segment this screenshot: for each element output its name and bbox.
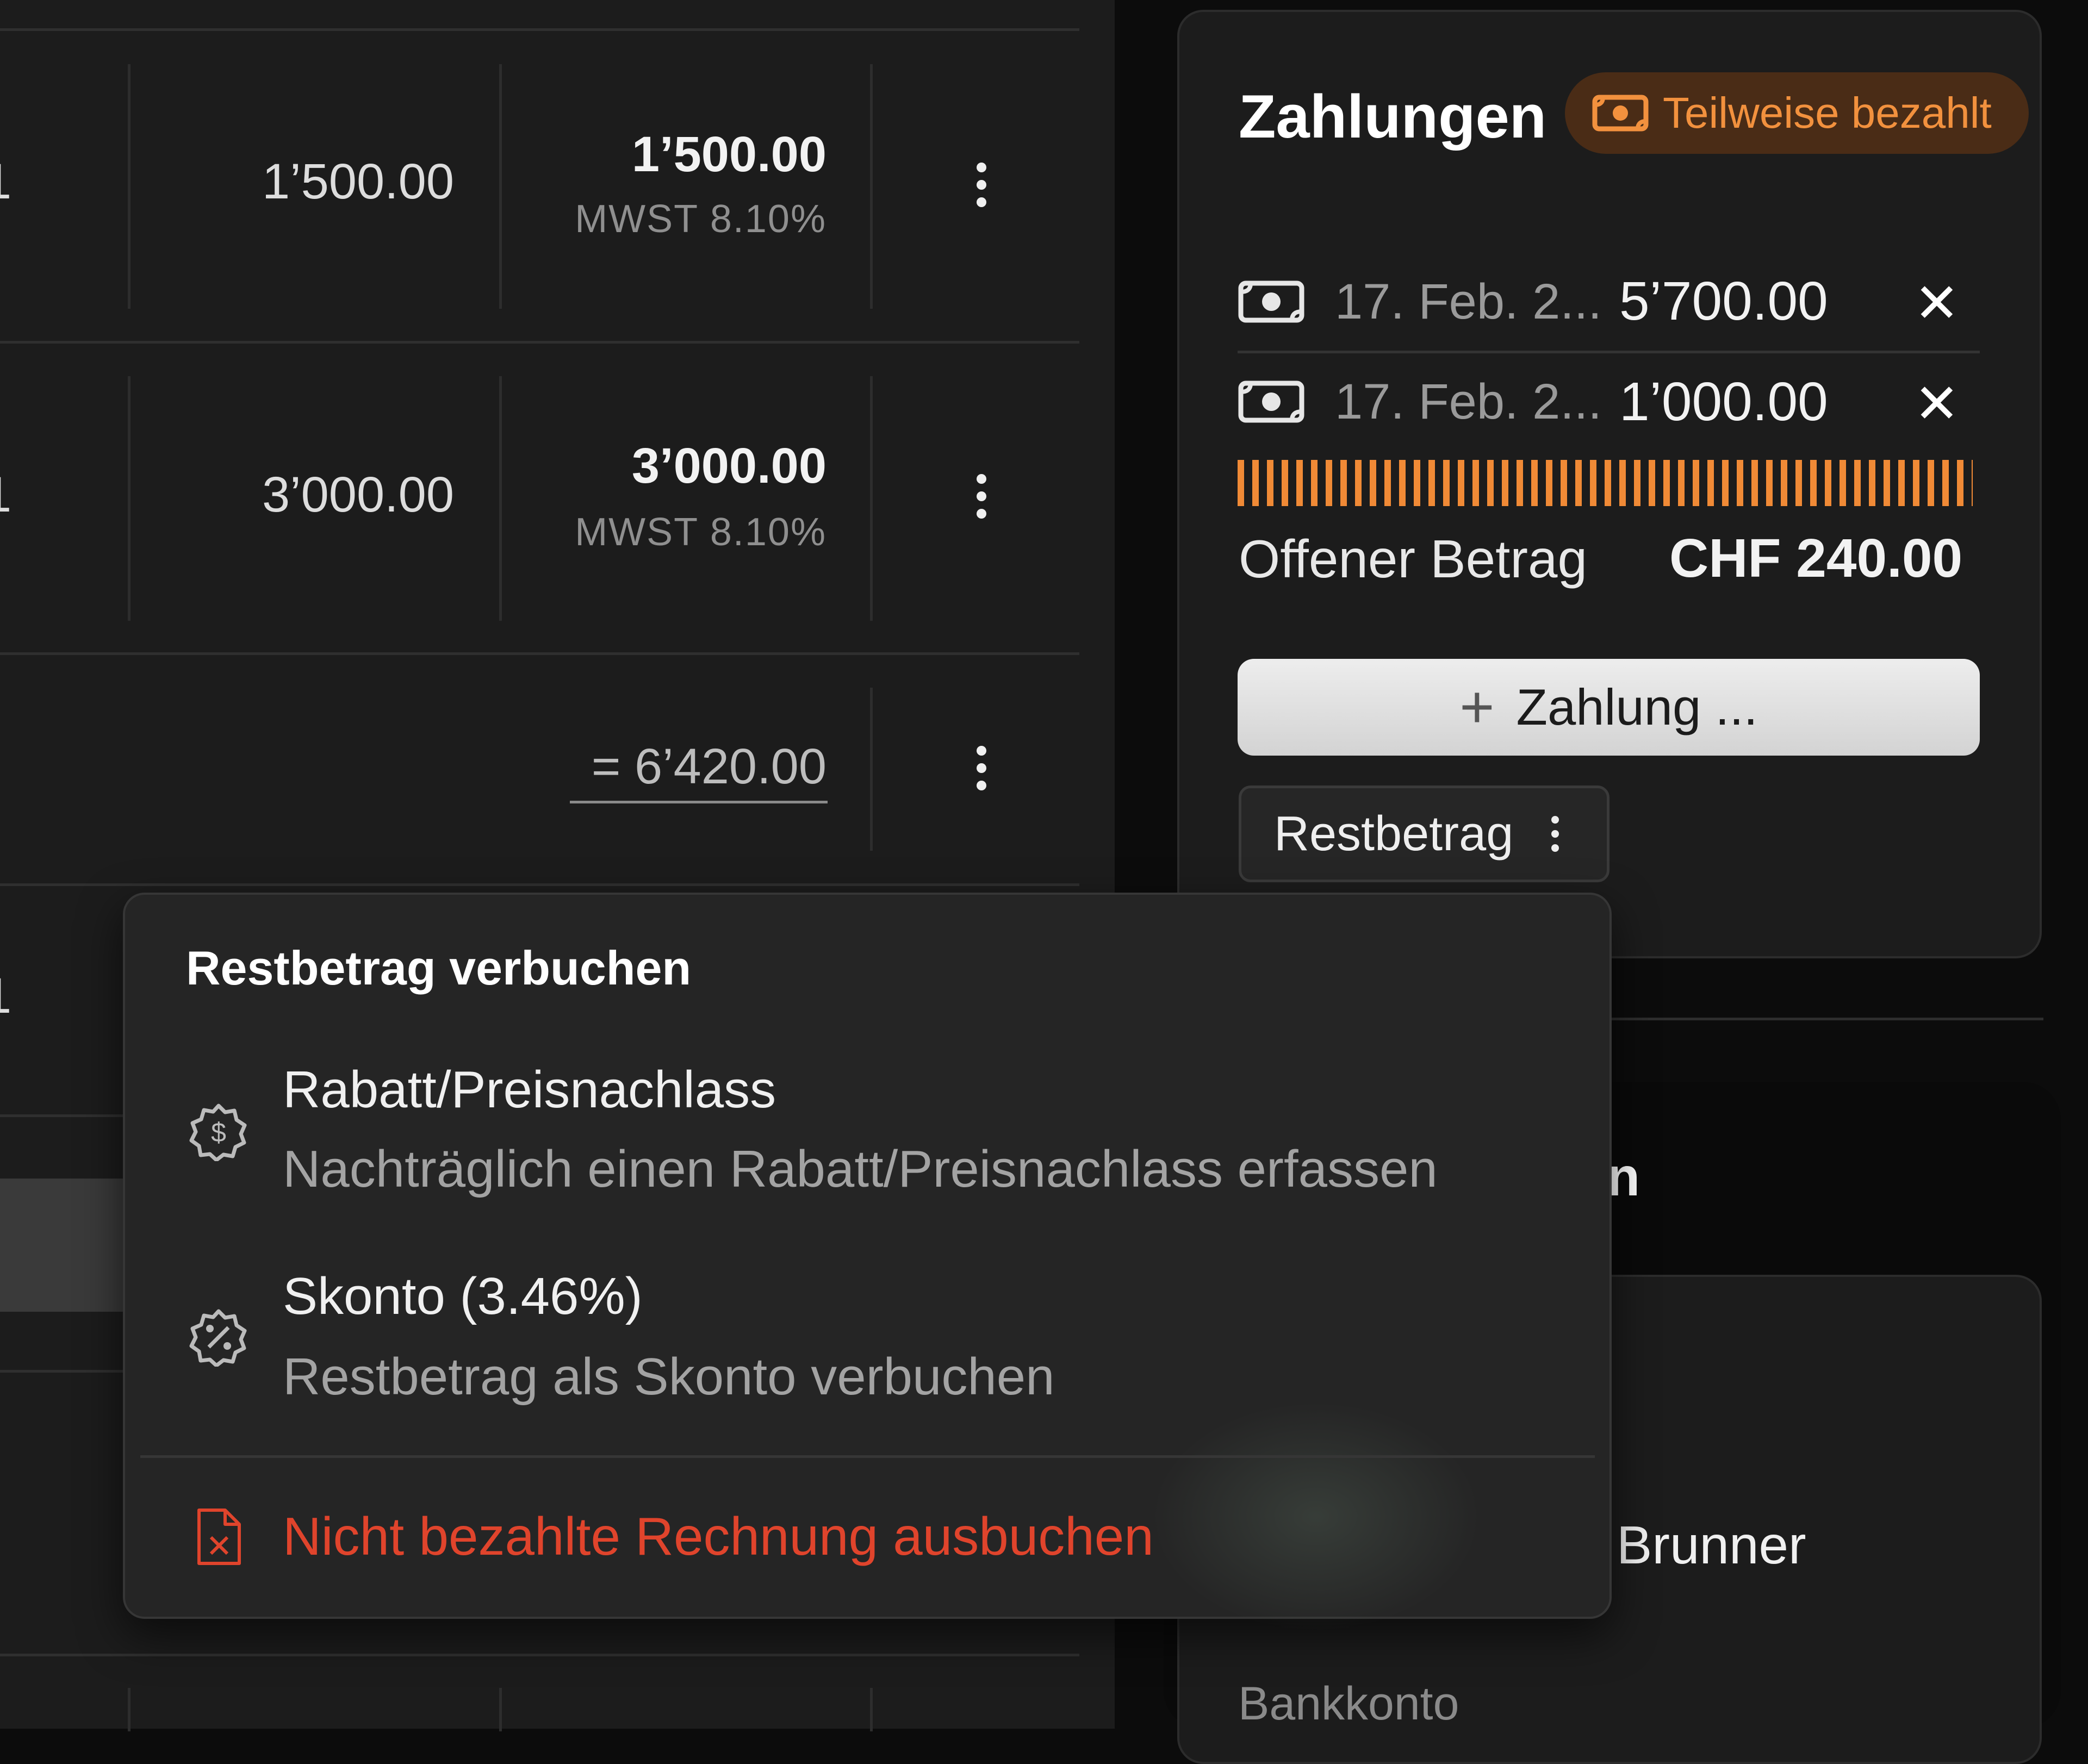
column-divider (499, 1688, 502, 1731)
menu-item-title: Skonto (3.46%) (283, 1267, 643, 1325)
add-payment-button[interactable]: + Zahlung ... (1238, 659, 1980, 756)
percent-badge-icon (189, 1309, 247, 1367)
details-heading: n (1607, 1146, 1640, 1207)
plus-icon: + (1459, 674, 1495, 740)
subtotal-underline (570, 801, 828, 803)
row-divider (0, 1654, 1079, 1656)
open-amount-label: Offener Betrag (1239, 529, 1588, 589)
row-divider (0, 28, 1079, 31)
column-divider (870, 1688, 873, 1731)
menu-item-title: Rabatt/Preisnachlass (283, 1061, 776, 1119)
cash-icon (1238, 281, 1304, 323)
remaining-amount-label: Restbetrag (1274, 806, 1514, 861)
column-divider (870, 376, 873, 621)
subtotal-value: = 6’420.00 (591, 739, 826, 794)
add-payment-label: Zahlung ... (1516, 678, 1758, 735)
column-divider (870, 688, 873, 851)
column-divider (870, 64, 873, 309)
payment-divider (1238, 351, 1980, 353)
more-vertical-icon (1551, 816, 1559, 852)
remove-payment-button[interactable]: ✕ (1914, 377, 1960, 431)
row-vat: MWST 8.10% (575, 197, 826, 241)
row-quantity: 1 (0, 968, 11, 1025)
highlighted-row[interactable] (0, 1179, 141, 1312)
file-x-icon (197, 1509, 241, 1565)
status-badge: Teilweise bezahlt (1565, 72, 2029, 154)
cash-icon (1592, 95, 1649, 132)
cash-icon (1238, 381, 1304, 423)
column-divider (128, 376, 130, 621)
payment-date: 17. Feb. 2... (1335, 374, 1602, 429)
payment-amount: 1’000.00 (1619, 371, 1828, 432)
svg-text:$: $ (211, 1117, 226, 1148)
row-divider (0, 883, 1079, 886)
row-more-button[interactable] (965, 155, 998, 215)
row-total: 3’000.00 (631, 438, 826, 494)
row-vat: MWST 8.10% (575, 510, 826, 554)
menu-item-description: Nachträglich einen Rabatt/Preisnachlass … (283, 1140, 1438, 1198)
row-unit-price: 3’000.00 (262, 467, 454, 522)
menu-divider (140, 1455, 1595, 1458)
payment-progress-bar (1238, 460, 1973, 506)
payment-amount: 5’700.00 (1619, 271, 1828, 332)
menu-item-danger-label: Nicht bezahlte Rechnung ausbuchen (283, 1506, 1154, 1566)
column-divider (128, 1688, 130, 1731)
row-unit-price: 1’500.00 (262, 154, 454, 209)
row-quantity: 1 (0, 153, 11, 210)
payment-date: 17. Feb. 2... (1335, 274, 1602, 329)
row-more-button[interactable] (965, 466, 998, 526)
row-total: 1’500.00 (631, 127, 826, 182)
subtotal-more-button[interactable] (965, 738, 998, 798)
row-divider (0, 652, 1079, 655)
row-quantity: 1 (0, 466, 11, 523)
column-divider (128, 64, 130, 309)
open-amount-value: CHF 240.00 (1669, 528, 1963, 589)
row-divider (0, 341, 1079, 344)
discount-badge-icon: $ (189, 1104, 247, 1161)
bank-account-label: Bankkonto (1238, 1678, 1459, 1730)
menu-item-description: Restbetrag als Skonto verbuchen (283, 1348, 1055, 1406)
column-divider (499, 376, 502, 621)
payments-title: Zahlungen (1239, 83, 1547, 151)
status-badge-label: Teilweise bezahlt (1663, 89, 1992, 137)
column-divider (499, 64, 502, 309)
customer-name: Brunner (1617, 1515, 1806, 1575)
menu-title: Restbetrag verbuchen (186, 941, 692, 995)
remove-payment-button[interactable]: ✕ (1914, 276, 1960, 331)
remaining-amount-button[interactable]: Restbetrag (1239, 786, 1609, 882)
